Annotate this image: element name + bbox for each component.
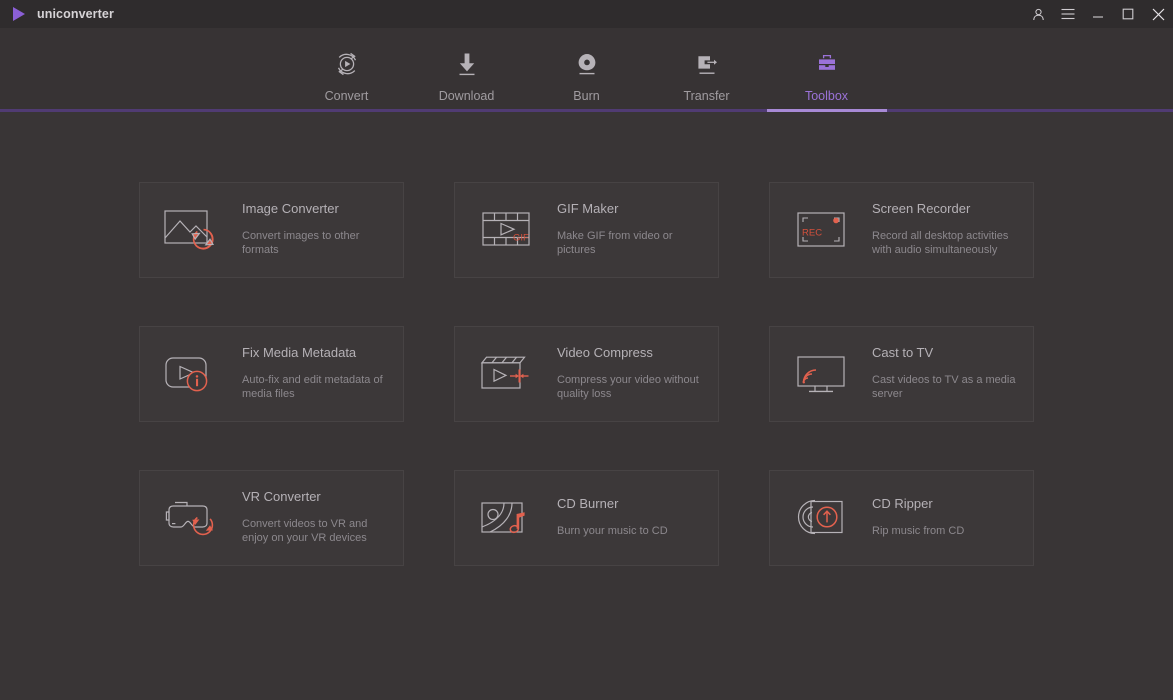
tool-card-cast-to-tv[interactable]: Cast to TV Cast videos to TV as a media … [769, 326, 1034, 422]
nav-label-convert: Convert [325, 89, 369, 103]
transfer-icon [693, 49, 721, 79]
nav-label-download: Download [439, 89, 495, 103]
tool-card-vr-converter[interactable]: VR Converter Convert videos to VR and en… [139, 470, 404, 566]
card-title: CD Burner [557, 496, 668, 511]
card-text: GIF Maker Make GIF from video or picture… [557, 201, 704, 259]
nav-item-toolbox[interactable]: Toolbox [767, 28, 887, 112]
card-title: Fix Media Metadata [242, 345, 389, 360]
brand: uniconverter [10, 5, 114, 23]
vr-converter-icon [156, 489, 228, 547]
convert-icon [333, 49, 361, 79]
video-compress-icon [471, 345, 543, 403]
card-description: Burn your music to CD [557, 524, 668, 538]
card-text: Screen Recorder Record all desktop activ… [872, 201, 1019, 259]
minimize-icon[interactable] [1083, 0, 1113, 28]
tool-card-screen-recorder[interactable]: REC Screen Recorder Record all desktop a… [769, 182, 1034, 278]
main-nav: Convert Download Burn [0, 28, 1173, 112]
cast-to-tv-icon [786, 345, 858, 403]
screen-recorder-icon: REC [786, 201, 858, 259]
card-text: VR Converter Convert videos to VR and en… [242, 489, 389, 547]
card-title: Screen Recorder [872, 201, 1019, 216]
svg-text:GIF: GIF [513, 232, 529, 243]
nav-item-convert[interactable]: Convert [287, 28, 407, 112]
toolbox-icon [813, 49, 841, 79]
play-triangle-logo-icon [10, 5, 28, 23]
card-text: CD Ripper Rip music from CD [872, 496, 964, 540]
tool-card-cd-burner[interactable]: CD Burner Burn your music to CD [454, 470, 719, 566]
card-text: Image Converter Convert images to other … [242, 201, 389, 259]
tool-card-video-compress[interactable]: Video Compress Compress your video witho… [454, 326, 719, 422]
active-tab-indicator [767, 109, 887, 112]
cd-burner-icon [471, 489, 543, 547]
gif-maker-icon: GIF [471, 201, 543, 259]
nav-item-download[interactable]: Download [407, 28, 527, 112]
card-text: CD Burner Burn your music to CD [557, 496, 668, 540]
card-description: Cast videos to TV as a media server [872, 373, 1019, 401]
svg-text:REC: REC [802, 228, 822, 239]
card-text: Video Compress Compress your video witho… [557, 345, 704, 403]
cd-ripper-icon [786, 489, 858, 547]
image-converter-icon [156, 201, 228, 259]
tool-card-grid: Image Converter Convert images to other … [139, 182, 1034, 566]
card-text: Fix Media Metadata Auto-fix and edit met… [242, 345, 389, 403]
card-text: Cast to TV Cast videos to TV as a media … [872, 345, 1019, 403]
card-title: Image Converter [242, 201, 389, 216]
nav-label-transfer: Transfer [683, 89, 729, 103]
card-description: Auto-fix and edit metadata of media file… [242, 373, 389, 401]
card-description: Convert videos to VR and enjoy on your V… [242, 517, 389, 545]
close-icon[interactable] [1143, 0, 1173, 28]
tool-card-cd-ripper[interactable]: CD Ripper Rip music from CD [769, 470, 1034, 566]
card-description: Rip music from CD [872, 524, 964, 538]
card-description: Make GIF from video or pictures [557, 229, 704, 257]
card-title: GIF Maker [557, 201, 704, 216]
card-title: Video Compress [557, 345, 704, 360]
tool-card-fix-media-metadata[interactable]: Fix Media Metadata Auto-fix and edit met… [139, 326, 404, 422]
account-icon[interactable] [1023, 0, 1053, 28]
card-title: VR Converter [242, 489, 389, 504]
toolbox-content: Image Converter Convert images to other … [0, 112, 1173, 700]
title-bar: uniconverter [0, 0, 1173, 28]
tool-card-image-converter[interactable]: Image Converter Convert images to other … [139, 182, 404, 278]
nav-item-burn[interactable]: Burn [527, 28, 647, 112]
card-description: Compress your video without quality loss [557, 373, 704, 401]
tool-card-gif-maker[interactable]: GIF GIF Maker Make GIF from video or pic… [454, 182, 719, 278]
card-title: Cast to TV [872, 345, 1019, 360]
card-title: CD Ripper [872, 496, 964, 511]
app-name: uniconverter [37, 7, 114, 21]
burn-icon [573, 49, 601, 79]
window-controls [1023, 0, 1173, 28]
maximize-icon[interactable] [1113, 0, 1143, 28]
nav-label-burn: Burn [573, 89, 599, 103]
fix-media-metadata-icon [156, 345, 228, 403]
download-icon [453, 49, 481, 79]
card-description: Convert images to other formats [242, 229, 389, 257]
nav-label-toolbox: Toolbox [805, 89, 848, 103]
card-description: Record all desktop activities with audio… [872, 229, 1019, 257]
menu-icon[interactable] [1053, 0, 1083, 28]
nav-item-transfer[interactable]: Transfer [647, 28, 767, 112]
